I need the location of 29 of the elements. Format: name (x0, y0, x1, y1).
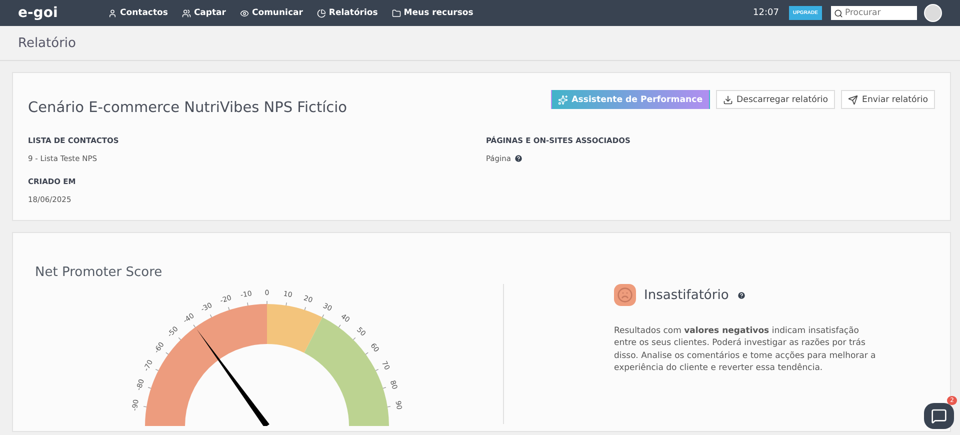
help-icon[interactable] (514, 154, 523, 163)
download-icon (722, 94, 733, 104)
sparkles-icon (558, 94, 568, 104)
person-icon (108, 8, 117, 18)
pie-chart-icon (316, 8, 326, 18)
verdict-description: Resultados com valores negativos indicam insatisfação entre os seus clientes. Poderá investigar as razões por trás disso. Analise os comentários e tome acções para melhorar a experiência do cliente e reverter essa tendência. (614, 325, 877, 374)
eye-icon (240, 8, 249, 18)
nav-link[interactable]: Contactos (108, 8, 168, 18)
folder-icon (392, 8, 401, 18)
people-icon (182, 8, 191, 18)
help-icon[interactable] (736, 290, 746, 300)
download-button[interactable]: Descarregar relatório (716, 90, 836, 109)
report-title: Cenário E-commerce NutriVibes NPS Fictício (28, 100, 348, 116)
nav-link[interactable]: Comunicar (240, 8, 303, 18)
verdict-title: Insastifatório (644, 288, 729, 302)
page-title: Relatório (18, 36, 76, 50)
nav-link[interactable]: Relatórios (316, 8, 378, 18)
nav-link[interactable]: Captar (182, 8, 226, 18)
send-button[interactable]: Enviar relatório (841, 90, 935, 109)
search-field[interactable]: Procurar (831, 6, 917, 20)
chat-button[interactable] (924, 403, 954, 429)
paper-plane-icon (848, 94, 858, 104)
clock-time: 12:07 (753, 8, 779, 18)
logo[interactable]: e-goi (18, 5, 108, 21)
sad-face-icon (614, 284, 636, 306)
section-title: Net Promoter Score (35, 265, 164, 280)
chat-icon (931, 408, 947, 424)
avatar[interactable] (924, 4, 942, 22)
nav-link[interactable]: Meus recursos (392, 8, 474, 18)
